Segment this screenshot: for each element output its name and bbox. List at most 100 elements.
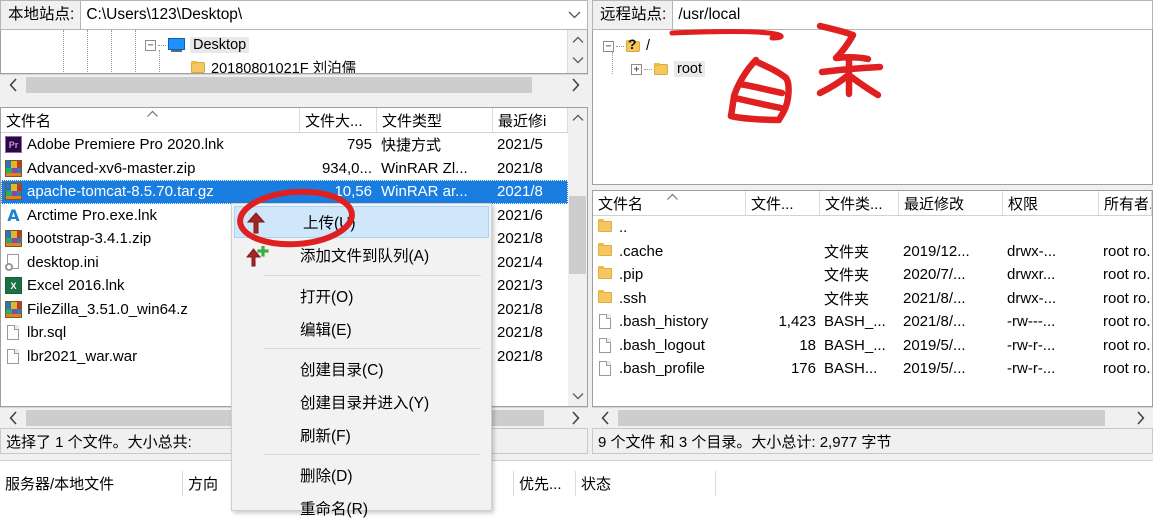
tree-node-label: / xyxy=(646,38,651,54)
queue-column-priority[interactable]: 优先... xyxy=(514,471,576,496)
folder-icon xyxy=(654,62,669,76)
file-name: .pip xyxy=(619,266,644,284)
tree-node-root[interactable]: + root xyxy=(631,58,705,80)
file-name: desktop.ini xyxy=(27,253,99,271)
menu-item-label: 打开(O) xyxy=(300,288,354,306)
column-label: 服务器/本地文件 xyxy=(5,476,115,493)
table-row[interactable]: .ssh 文件夹 2021/8/... drwx-... root ro. xyxy=(593,287,1152,311)
table-row[interactable]: Advanced-xv6-master.zip 934,0... WinRAR … xyxy=(1,157,568,181)
scroll-left-icon[interactable] xyxy=(0,408,26,428)
table-row[interactable]: .bash_profile 176 BASH... 2019/5/... -rw… xyxy=(593,357,1152,381)
queue-column-server-local-file[interactable]: 服务器/本地文件 xyxy=(0,471,183,496)
tree-guide xyxy=(135,30,136,73)
folder-icon xyxy=(191,60,206,74)
file-name-cell: .bash_profile xyxy=(597,360,705,377)
menu-item-add-to-queue[interactable]: 添加文件到队列(A) xyxy=(232,238,491,272)
scroll-down-icon[interactable] xyxy=(568,386,587,406)
queue-column-status[interactable]: 状态 xyxy=(576,471,716,496)
local-tree-hscrollbar[interactable] xyxy=(0,74,588,95)
tree-node-folder[interactable]: 20180801021F 刘泊儒 xyxy=(191,56,356,74)
scroll-left-icon[interactable] xyxy=(592,408,618,428)
column-header-type[interactable]: 文件类... xyxy=(820,191,899,215)
column-header-owner[interactable]: 所有者... xyxy=(1099,191,1152,215)
file-name: Advanced-xv6-master.zip xyxy=(27,159,196,177)
column-label: 文件名 xyxy=(6,112,52,130)
menu-item-create-directory[interactable]: 创建目录(C) xyxy=(232,352,491,385)
column-header-name[interactable]: 文件名 xyxy=(1,108,300,132)
tree-node-root-slash[interactable]: − ? / xyxy=(603,35,650,57)
local-directory-tree[interactable]: − Desktop 20180801021F 刘泊儒 xyxy=(0,30,588,74)
table-row[interactable]: .. xyxy=(593,216,1152,240)
column-header-name[interactable]: 文件名 xyxy=(593,191,746,215)
tree-dash xyxy=(644,68,652,70)
local-path-combobox[interactable]: C:\Users\123\Desktop\ xyxy=(80,0,588,30)
hscroll-track[interactable] xyxy=(26,75,562,95)
chevron-down-icon[interactable] xyxy=(561,1,587,29)
local-list-vscrollbar[interactable] xyxy=(568,108,587,406)
menu-item-label: 重命名(R) xyxy=(300,500,369,518)
expand-icon[interactable]: + xyxy=(631,63,642,75)
column-header-type[interactable]: 文件类型 xyxy=(377,108,493,132)
hscroll-track[interactable] xyxy=(618,408,1127,428)
table-row[interactable]: .bash_logout 18 BASH_... 2019/5/... -rw-… xyxy=(593,334,1152,358)
file-size-cell: 1,423 xyxy=(778,313,816,331)
folder-icon xyxy=(597,289,614,307)
table-row-selected[interactable]: apache-tomcat-8.5.70.tar.gz 10,56 WinRAR… xyxy=(1,180,568,204)
scroll-up-icon[interactable] xyxy=(568,108,587,128)
context-menu[interactable]: 上传(U) 添加文件到队列(A) 打开(O) 编辑(E) 创建目录(C) 创建目… xyxy=(231,203,492,518)
menu-item-edit[interactable]: 编辑(E) xyxy=(232,312,491,345)
file-name-cell: .bash_logout xyxy=(597,337,705,354)
remote-list-hscrollbar[interactable] xyxy=(592,407,1153,428)
local-status-text: 选择了 1 个文件。大小总共: xyxy=(6,433,192,451)
scroll-right-icon[interactable] xyxy=(562,408,588,428)
file-type-cell: WinRAR ar... xyxy=(381,183,468,201)
monitor-icon xyxy=(168,38,185,52)
local-list-header[interactable]: 文件名 文件大... 文件类型 最近修i xyxy=(1,108,568,133)
remote-file-list[interactable]: 文件名 文件... 文件类... 最近修改 权限 所有者...cache 文件夹… xyxy=(592,190,1153,407)
vscroll-thumb[interactable] xyxy=(569,196,586,274)
hscroll-thumb[interactable] xyxy=(26,77,532,93)
collapse-icon[interactable]: − xyxy=(603,40,614,52)
file-modified-cell: 2021/8 xyxy=(497,324,543,342)
menu-item-upload[interactable]: 上传(U) xyxy=(234,206,489,238)
menu-item-rename[interactable]: 重命名(R) xyxy=(232,491,491,524)
file-modified-cell: 2020/7/... xyxy=(903,266,966,284)
scroll-right-icon[interactable] xyxy=(1127,408,1153,428)
column-header-modified[interactable]: 最近修改 xyxy=(899,191,1003,215)
table-row[interactable]: .cache 文件夹 2019/12... drwx-... root ro. xyxy=(593,240,1152,264)
file-name: lbr2021_war.war xyxy=(27,347,138,365)
file-name-cell: .ssh xyxy=(597,289,647,307)
scroll-right-icon[interactable] xyxy=(562,75,588,95)
menu-item-delete[interactable]: 删除(D) xyxy=(232,458,491,491)
menu-item-create-directory-and-enter[interactable]: 创建目录并进入(Y) xyxy=(232,385,491,418)
column-header-permissions[interactable]: 权限 xyxy=(1003,191,1099,215)
table-row[interactable]: .bash_history 1,423 BASH_... 2021/8/... … xyxy=(593,310,1152,334)
table-row[interactable]: Pr Adobe Premiere Pro 2020.lnk 795 快捷方式 … xyxy=(1,133,568,157)
menu-item-refresh[interactable]: 刷新(F) xyxy=(232,418,491,451)
scroll-up-icon[interactable] xyxy=(568,30,587,50)
column-label: 文件... xyxy=(751,195,794,213)
remote-site-label: 远程站点: xyxy=(592,0,673,30)
collapse-icon[interactable]: − xyxy=(145,39,156,51)
scroll-left-icon[interactable] xyxy=(0,75,26,95)
hscroll-thumb[interactable] xyxy=(618,410,1105,426)
remote-list-header[interactable]: 文件名 文件... 文件类... 最近修改 权限 所有者... xyxy=(593,191,1152,216)
file-modified-cell: 2021/8 xyxy=(497,183,543,201)
transfer-queue: 服务器/本地文件 方向 远程文件 大小 优先... 状态 xyxy=(0,460,1153,512)
menu-item-open[interactable]: 打开(O) xyxy=(232,279,491,312)
queue-header[interactable]: 服务器/本地文件 方向 远程文件 大小 优先... 状态 xyxy=(0,471,1153,496)
file-name-cell: bootstrap-3.4.1.zip xyxy=(5,230,151,248)
remote-directory-tree[interactable]: − ? / + root xyxy=(592,30,1153,185)
file-owner-cell: root ro. xyxy=(1103,360,1151,378)
table-row[interactable]: .pip 文件夹 2020/7/... drwxr... root ro. xyxy=(593,263,1152,287)
column-label: 权限 xyxy=(1008,195,1039,213)
tree-guide xyxy=(111,30,112,73)
scroll-down-icon[interactable] xyxy=(568,50,587,70)
column-header-size[interactable]: 文件大... xyxy=(300,108,377,132)
column-header-size[interactable]: 文件... xyxy=(746,191,820,215)
column-header-modified[interactable]: 最近修i xyxy=(493,108,568,132)
tree-node-desktop[interactable]: − Desktop xyxy=(145,34,250,56)
remote-path-combobox[interactable]: /usr/local xyxy=(672,0,1153,30)
file-name: Excel 2016.lnk xyxy=(27,277,125,295)
local-tree-vscrollbar[interactable] xyxy=(567,30,587,73)
